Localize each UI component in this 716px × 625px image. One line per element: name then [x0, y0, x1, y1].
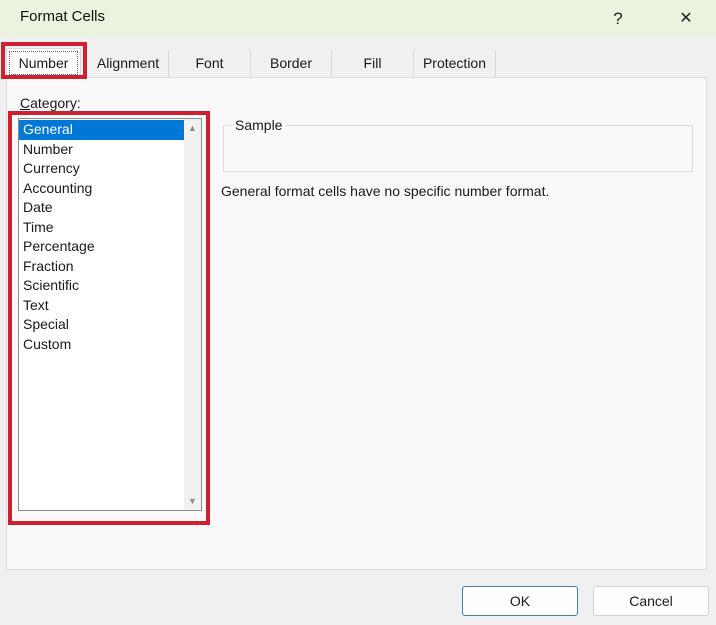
tab-fill[interactable]: Fill	[332, 50, 414, 77]
list-item-general[interactable]: General	[19, 120, 184, 140]
help-icon[interactable]: ?	[603, 4, 633, 33]
format-description: General format cells have no specific nu…	[221, 183, 550, 199]
list-item-number[interactable]: Number	[19, 140, 184, 160]
list-item-scientific[interactable]: Scientific	[19, 276, 184, 296]
dialog-title: Format Cells	[20, 8, 106, 25]
list-item-custom[interactable]: Custom	[19, 335, 184, 355]
close-icon[interactable]: ✕	[671, 4, 701, 33]
category-list: General Number Currency Accounting Date …	[19, 119, 184, 354]
sample-groupbox: Sample	[223, 117, 693, 172]
list-item-time[interactable]: Time	[19, 218, 184, 238]
category-listbox[interactable]: General Number Currency Accounting Date …	[18, 118, 202, 511]
tab-border[interactable]: Border	[251, 50, 332, 77]
list-item-date[interactable]: Date	[19, 198, 184, 218]
list-item-fraction[interactable]: Fraction	[19, 257, 184, 277]
list-item-currency[interactable]: Currency	[19, 159, 184, 179]
sample-legend: Sample	[231, 117, 287, 133]
tab-font[interactable]: Font	[169, 50, 251, 77]
list-item-special[interactable]: Special	[19, 315, 184, 335]
titlebar: Format Cells ? ✕	[0, 0, 716, 37]
tab-protection[interactable]: Protection	[414, 50, 496, 77]
cancel-button[interactable]: Cancel	[593, 586, 709, 616]
listbox-scrollbar[interactable]: ▲ ▼	[184, 119, 201, 510]
list-item-text[interactable]: Text	[19, 296, 184, 316]
category-label: Category:	[20, 95, 81, 111]
scroll-up-icon[interactable]: ▲	[184, 123, 201, 133]
ok-button[interactable]: OK	[462, 586, 578, 616]
tab-number[interactable]: Number	[6, 48, 81, 78]
scroll-down-icon[interactable]: ▼	[184, 496, 201, 506]
list-item-percentage[interactable]: Percentage	[19, 237, 184, 257]
category-rest: ategory:	[30, 95, 81, 111]
list-item-accounting[interactable]: Accounting	[19, 179, 184, 199]
category-accel: C	[20, 95, 31, 111]
tab-alignment[interactable]: Alignment	[88, 50, 169, 77]
